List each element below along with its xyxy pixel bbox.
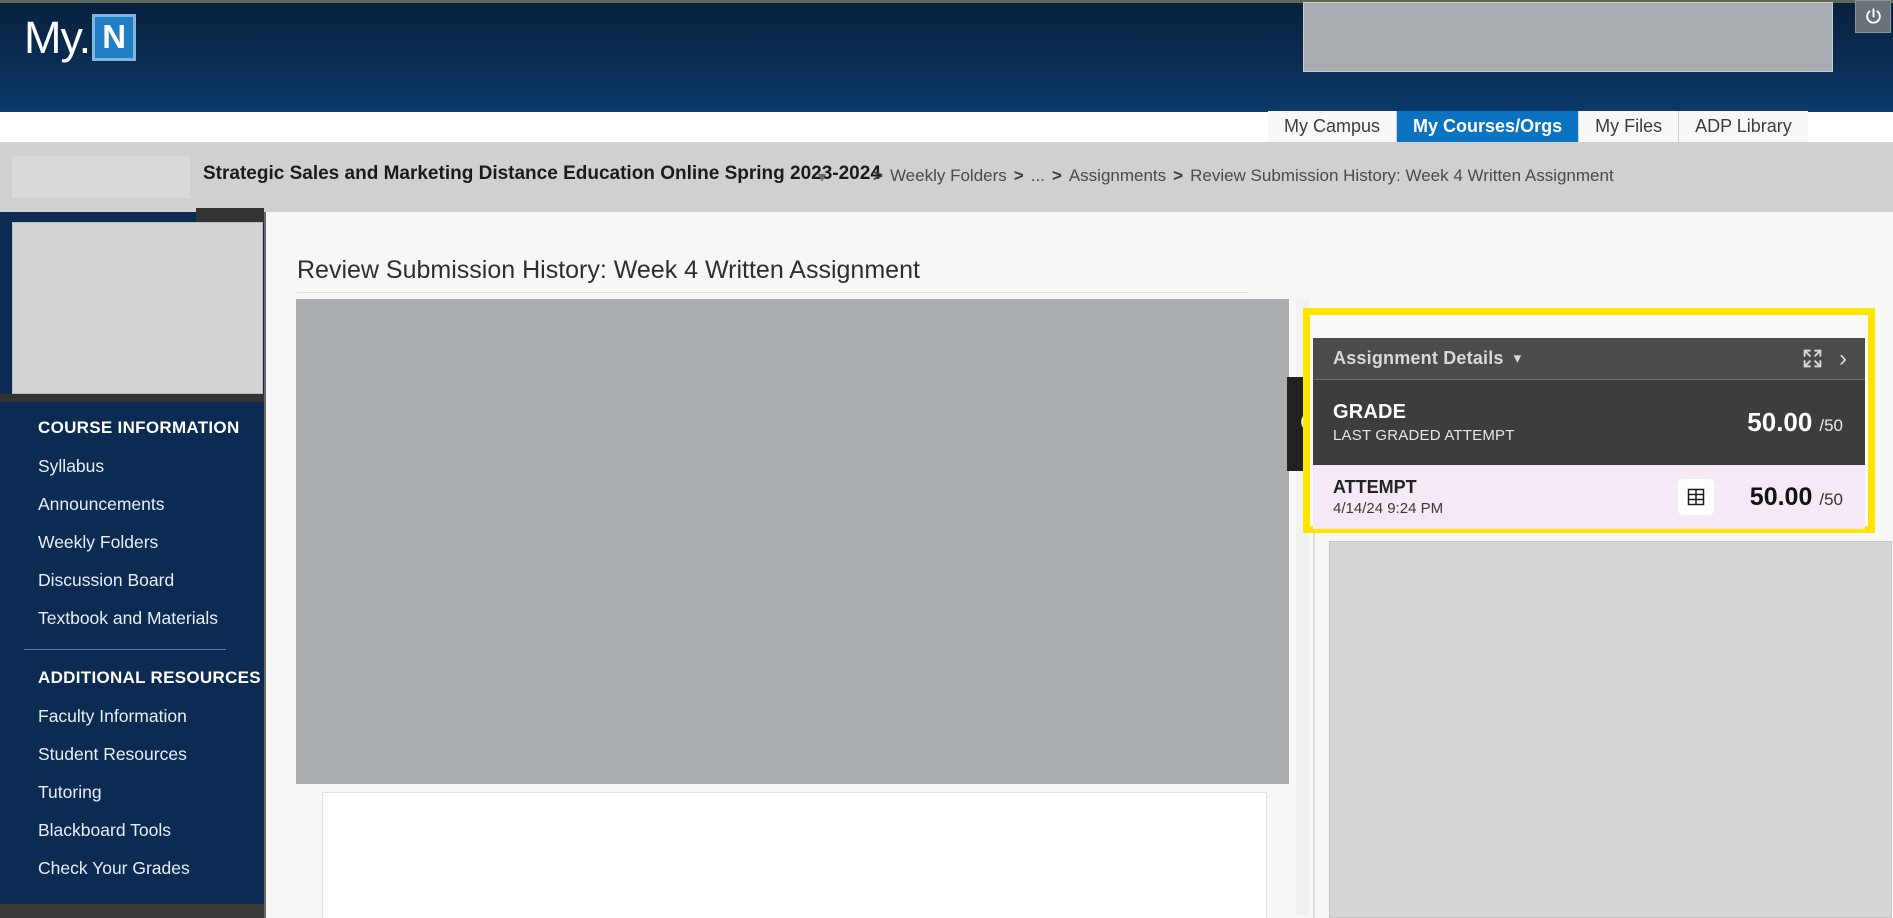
assignment-details-header: Assignment Details ▾ › <box>1313 338 1865 380</box>
breadcrumb-separator: > <box>873 166 883 185</box>
title-divider <box>297 292 1249 293</box>
site-masthead: My. N <box>0 0 1893 112</box>
tab-my-courses-orgs[interactable]: My Courses/Orgs <box>1397 111 1580 142</box>
sidebar-item-announcements[interactable]: Announcements <box>0 486 264 524</box>
logo-mark-letter: N <box>102 17 127 55</box>
breadcrumb-separator: > <box>1173 166 1184 185</box>
sidebar-divider-strip <box>0 394 264 402</box>
attempt-rubric-group <box>1677 479 1714 515</box>
grade-row: GRADE LAST GRADED ATTEMPT 50.00 /50 <box>1313 380 1865 465</box>
breadcrumb-item-ellipsis[interactable]: ... <box>1031 166 1045 186</box>
expand-fullscreen-icon[interactable] <box>1802 348 1823 369</box>
grade-labels: GRADE LAST GRADED ATTEMPT <box>1333 401 1515 444</box>
sidebar-redacted-region <box>12 222 263 394</box>
submission-document-page <box>322 792 1267 918</box>
assignment-details-title: Assignment Details <box>1333 348 1504 368</box>
attempt-row[interactable]: ATTEMPT 4/14/24 9:24 PM 50.00 /50 <box>1313 465 1865 529</box>
link-icon[interactable] <box>6 122 24 140</box>
sidebar-heading-additional-resources: ADDITIONAL RESOURCES <box>38 668 261 688</box>
power-icon[interactable] <box>1855 0 1891 33</box>
sidebar-item-faculty-information[interactable]: Faculty Information <box>0 698 264 736</box>
content-left-border <box>264 212 266 918</box>
sidebar-bottom-strip <box>0 904 264 918</box>
attempt-date: 4/14/24 9:24 PM <box>1333 500 1444 517</box>
page-root: My. N My Campus My Courses/Orgs My Files… <box>0 0 1893 918</box>
attempt-label: ATTEMPT <box>1333 477 1417 497</box>
grade-label: GRADE <box>1333 401 1407 423</box>
breadcrumb-left-spacer <box>12 156 190 198</box>
course-title: Strategic Sales and Marketing Distance E… <box>203 163 881 184</box>
sidebar-item-blackboard-tools[interactable]: Blackboard Tools <box>0 812 264 850</box>
rubric-grid-icon[interactable] <box>1677 479 1714 515</box>
attempt-out-of: /50 <box>1819 489 1843 509</box>
breadcrumb-item-assignments[interactable]: Assignments <box>1069 166 1166 186</box>
attempt-score-group: 50.00 /50 <box>1750 483 1843 512</box>
right-panel-gutter <box>1313 533 1315 918</box>
grade-sublabel: LAST GRADED ATTEMPT <box>1333 427 1515 444</box>
right-redacted-region <box>1329 541 1892 918</box>
sidebar-item-weekly-folders[interactable]: Weekly Folders <box>0 524 264 562</box>
assignment-details-header-actions: › <box>1802 346 1847 371</box>
sidebar-divider <box>24 649 226 651</box>
grade-score-group: 50.00 /50 <box>1747 407 1843 438</box>
sidebar-item-discussion-board[interactable]: Discussion Board <box>0 562 264 600</box>
attempt-score: 50.00 <box>1749 482 1813 511</box>
tab-my-campus[interactable]: My Campus <box>1268 111 1398 142</box>
page-title: Review Submission History: Week 4 Writte… <box>297 256 920 284</box>
assignment-details-header-left: Assignment Details ▾ <box>1333 348 1521 369</box>
sidebar-item-syllabus[interactable]: Syllabus <box>0 448 264 486</box>
breadcrumb-separator: > <box>1013 166 1024 185</box>
chevron-down-icon[interactable]: ▾ <box>818 167 826 187</box>
assignment-details-panel: Assignment Details ▾ › GRADE LAST GRADED… <box>1313 338 1865 529</box>
chevron-right-icon[interactable]: › <box>1839 346 1847 371</box>
sidebar-item-tutoring[interactable]: Tutoring <box>0 774 264 812</box>
tab-my-files[interactable]: My Files <box>1579 111 1680 142</box>
header-redacted-region <box>1303 2 1833 72</box>
primary-tabs: My Campus My Courses/Orgs My Files ADP L… <box>1268 110 1808 142</box>
attempt-labels: ATTEMPT 4/14/24 9:24 PM <box>1333 477 1443 517</box>
grade-out-of: /50 <box>1819 416 1843 435</box>
breadcrumb-item-weekly-folders[interactable]: Weekly Folders <box>890 166 1007 186</box>
site-logo[interactable]: My. N <box>24 8 137 66</box>
grade-score: 50.00 <box>1747 407 1813 437</box>
submission-document-preview <box>296 299 1289 784</box>
chevron-down-icon[interactable]: ▾ <box>1514 351 1522 366</box>
sidebar-menu: COURSE INFORMATION Syllabus Announcement… <box>0 404 264 888</box>
tab-adp-library[interactable]: ADP Library <box>1679 111 1808 142</box>
sidebar-heading-course-information: COURSE INFORMATION <box>38 418 240 437</box>
breadcrumb: > Weekly Folders > ... > Assignments > R… <box>873 166 1614 186</box>
sidebar-item-check-your-grades[interactable]: Check Your Grades <box>0 850 264 888</box>
sidebar-item-student-resources[interactable]: Student Resources <box>0 736 264 774</box>
logo-text: My. <box>24 11 91 63</box>
n-monogram-icon: N <box>92 13 137 61</box>
breadcrumb-separator: > <box>1051 166 1062 185</box>
breadcrumb-item-current: Review Submission History: Week 4 Writte… <box>1190 166 1614 185</box>
sidebar-item-textbook-and-materials[interactable]: Textbook and Materials <box>0 600 264 638</box>
